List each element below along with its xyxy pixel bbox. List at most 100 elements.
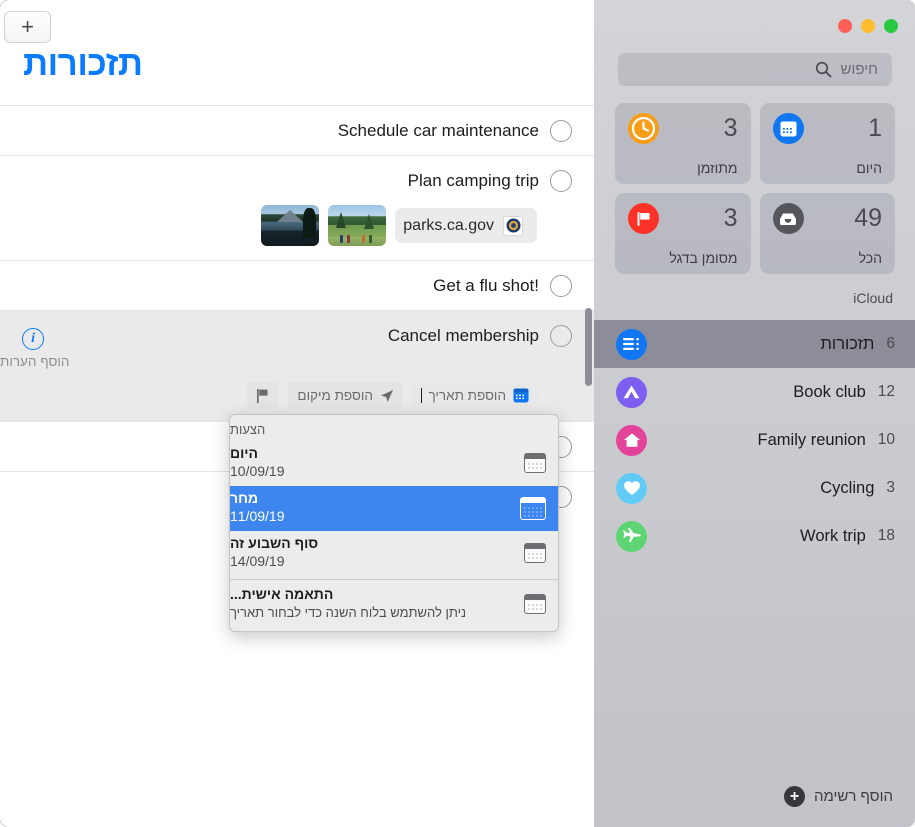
content-scrollbar[interactable] xyxy=(585,308,592,386)
tile-label: מתוזמן xyxy=(697,160,737,176)
suggestion-item-today[interactable]: היום 10/09/19 xyxy=(230,441,558,486)
calendar-blue-icon xyxy=(513,388,529,403)
inbox-icon xyxy=(773,203,804,234)
suggestions-header: הצעות xyxy=(230,415,558,441)
flag-icon xyxy=(257,389,269,403)
tile-label: הכל xyxy=(859,250,882,266)
ca-parks-seal-icon xyxy=(503,216,523,236)
window-controls xyxy=(838,19,898,33)
list-name: Book club xyxy=(659,383,866,402)
suggestion-date: 10/09/19 xyxy=(230,463,285,479)
link-attachment[interactable]: parks.ca.gov xyxy=(395,208,537,243)
reminder-checkbox[interactable] xyxy=(550,170,572,192)
house-icon xyxy=(616,425,647,456)
tile-label: מסומן בדגל xyxy=(669,250,737,266)
add-reminder-button[interactable]: + xyxy=(4,11,51,43)
suggestion-custom-description: ניתן להשתמש בלוח השנה כדי לבחור תאריך xyxy=(230,605,466,620)
add-list-label: הוסף רשימה xyxy=(814,788,893,805)
tile-count: 1 xyxy=(868,114,882,143)
suggestion-item-tomorrow[interactable]: מחר 11/09/19 xyxy=(230,486,558,531)
minimize-button[interactable] xyxy=(861,19,875,33)
search-placeholder: חיפוש xyxy=(841,61,878,78)
list-count: 18 xyxy=(878,527,895,545)
search-field[interactable]: חיפוש xyxy=(618,53,892,86)
sidebar-item-work-trip[interactable]: Work trip 18 xyxy=(594,512,915,560)
tile-label: היום xyxy=(856,160,882,176)
list-count: 6 xyxy=(886,335,895,353)
suggestion-item-custom[interactable]: התאמה אישית... ניתן להשתמש בלוח השנה כדי… xyxy=(230,582,558,631)
reminder-row[interactable]: !Get a flu shot xyxy=(0,260,594,310)
suggestion-title: היום xyxy=(230,445,258,461)
notes-placeholder[interactable]: הוסף הערות xyxy=(0,354,594,369)
list-icon xyxy=(616,329,647,360)
add-date-button[interactable]: הוספת תאריך xyxy=(412,382,538,409)
calendar-icon xyxy=(524,453,546,473)
flag-button[interactable] xyxy=(247,382,279,409)
reminder-title: Plan camping trip xyxy=(408,171,539,191)
reminder-row[interactable]: Schedule car maintenance xyxy=(0,105,594,155)
clock-icon xyxy=(628,113,659,144)
calendar-icon xyxy=(773,113,804,144)
list-count: 10 xyxy=(878,431,895,449)
sidebar: חיפוש xyxy=(594,0,915,827)
sidebar-item-reminders[interactable]: תזכורות 6 xyxy=(594,320,915,368)
suggestion-item-this-weekend[interactable]: סוף השבוע זה 14/09/19 xyxy=(230,531,558,576)
plus-icon: + xyxy=(21,16,34,38)
page-title: תזכורות xyxy=(23,44,594,84)
navigation-arrow-icon xyxy=(380,389,394,403)
reminder-checkbox[interactable] xyxy=(550,120,572,142)
tile-today[interactable]: 1 היום xyxy=(760,103,896,184)
zoom-button[interactable] xyxy=(884,19,898,33)
list-name: Work trip xyxy=(659,527,866,546)
forest-meadow-photo[interactable] xyxy=(328,205,386,246)
quick-filter-tiles: 1 היום 3 מתוזמן xyxy=(615,103,895,274)
suggestion-title: מחר xyxy=(230,490,258,506)
people-silhouettes xyxy=(336,235,378,243)
reminders-window: + תזכורות Schedule car maintenance Plan … xyxy=(0,0,915,827)
reminder-row-editing[interactable]: i Cancel membership הוסף הערות xyxy=(0,310,594,421)
sidebar-item-family-reunion[interactable]: Family reunion 10 xyxy=(594,416,915,464)
suggestion-date: 14/09/19 xyxy=(230,553,285,569)
reminder-title: Schedule car maintenance xyxy=(338,121,539,141)
suggestion-title: סוף השבוע זה xyxy=(230,535,318,551)
flag-icon xyxy=(628,203,659,234)
list-count: 3 xyxy=(886,479,895,497)
link-label: parks.ca.gov xyxy=(403,217,494,235)
calendar-icon xyxy=(520,497,546,520)
add-location-label: הוספת מיקום xyxy=(297,388,373,403)
add-location-button[interactable]: הוספת מיקום xyxy=(288,382,403,409)
date-suggestions-popup: הצעות היום 10/09/19 מחר 11/09/19 סוף השב… xyxy=(229,414,559,632)
tile-all[interactable]: 49 הכל xyxy=(760,193,896,274)
reminder-row[interactable]: Plan camping trip parks.ca.gov xyxy=(0,155,594,260)
text-caret xyxy=(421,388,423,403)
tile-count: 3 xyxy=(724,204,738,233)
heart-icon xyxy=(616,473,647,504)
calendar-icon xyxy=(524,543,546,563)
tile-flagged[interactable]: 3 מסומן בדגל xyxy=(615,193,751,274)
add-date-label: הוספת תאריך xyxy=(428,388,506,403)
tile-count: 3 xyxy=(724,114,738,143)
close-button[interactable] xyxy=(838,19,852,33)
tile-count: 49 xyxy=(854,204,882,233)
reminder-checkbox[interactable] xyxy=(550,275,572,297)
list-name: תזכורות xyxy=(659,335,874,354)
reminder-title: Cancel membership xyxy=(388,326,539,346)
mountain-lake-photo[interactable] xyxy=(261,205,319,246)
sidebar-item-cycling[interactable]: Cycling 3 xyxy=(594,464,915,512)
info-icon[interactable]: i xyxy=(22,328,44,350)
reminder-checkbox[interactable] xyxy=(550,325,572,347)
sidebar-item-book-club[interactable]: Book club 12 xyxy=(594,368,915,416)
suggestion-date: 11/09/19 xyxy=(230,508,285,524)
list-count: 12 xyxy=(878,383,895,401)
plus-circle-icon: + xyxy=(784,786,805,807)
airplane-icon xyxy=(616,521,647,552)
calendar-icon xyxy=(524,594,546,614)
tile-scheduled[interactable]: 3 מתוזמן xyxy=(615,103,751,184)
list-name: Cycling xyxy=(659,479,874,498)
suggestion-custom-title: התאמה אישית... xyxy=(230,586,333,602)
lists-section: תזכורות 6 Book club 12 Family re xyxy=(594,320,915,560)
reminder-title: !Get a flu shot xyxy=(433,276,539,296)
search-icon xyxy=(815,61,832,78)
add-list-button[interactable]: + הוסף רשימה xyxy=(784,786,893,807)
divider xyxy=(230,579,558,580)
